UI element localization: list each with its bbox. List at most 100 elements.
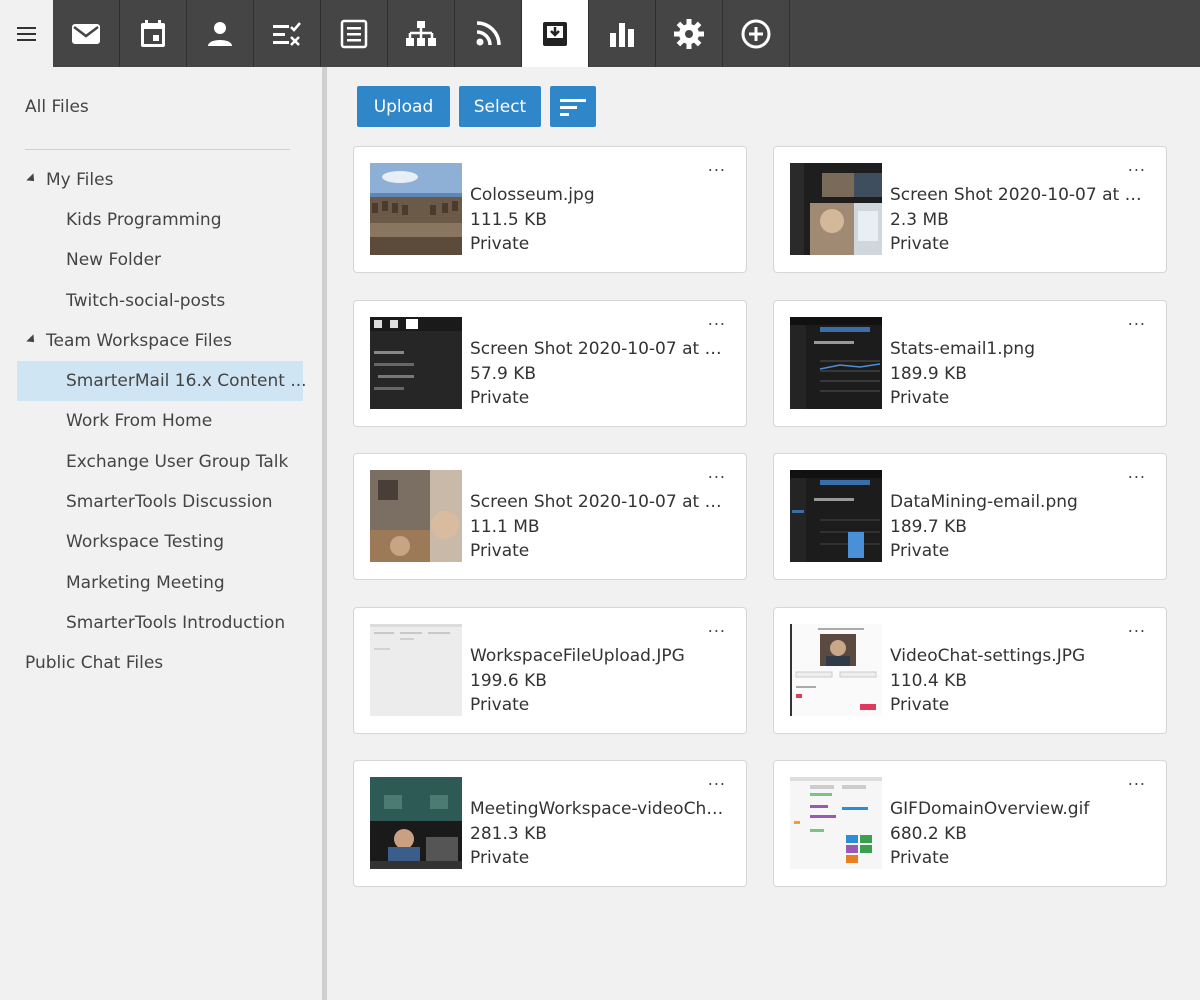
select-button[interactable]: Select: [459, 86, 541, 127]
file-size: 11.1 MB: [470, 517, 540, 537]
file-privacy: Private: [470, 695, 530, 715]
upload-button[interactable]: Upload: [357, 86, 450, 127]
file-thumbnail: [790, 777, 882, 869]
tree-item[interactable]: Kids Programming: [66, 200, 222, 240]
file-thumbnail: [370, 470, 462, 562]
file-name: WorkspaceFileUpload.JPG: [470, 646, 685, 666]
more-options-button[interactable]: ...: [1128, 312, 1146, 328]
file-size: 2.3 MB: [890, 210, 949, 230]
tree-team-workspace[interactable]: Team Workspace Files: [46, 321, 232, 361]
more-options-button[interactable]: ...: [1128, 772, 1146, 788]
sidebar-divider: [25, 149, 290, 150]
file-list-area: Upload Select Colosseum.jpg 111.5 KB Pri…: [327, 67, 1200, 1000]
file-size: 111.5 KB: [470, 210, 547, 230]
file-size: 189.9 KB: [890, 364, 967, 384]
file-thumbnail: [790, 163, 882, 255]
more-options-button[interactable]: ...: [708, 772, 726, 788]
more-options-button[interactable]: ...: [1128, 465, 1146, 481]
more-options-button[interactable]: ...: [708, 465, 726, 481]
file-privacy: Private: [890, 388, 950, 408]
file-thumbnail: [790, 624, 882, 716]
file-card[interactable]: WorkspaceFileUpload.JPG 199.6 KB Private…: [353, 607, 747, 734]
nav-file-storage[interactable]: [522, 0, 589, 67]
file-size: 680.2 KB: [890, 824, 967, 844]
tree-item[interactable]: SmarterTools Introduction: [66, 603, 285, 643]
nav-reports[interactable]: [589, 0, 656, 67]
tree-item[interactable]: Twitch-social-posts: [66, 281, 225, 321]
more-options-button[interactable]: ...: [1128, 619, 1146, 635]
sort-icon: [560, 98, 586, 116]
menu-toggle-button[interactable]: [0, 0, 53, 67]
app-nav: [53, 0, 790, 67]
add-icon: [741, 19, 771, 48]
more-options-button[interactable]: ...: [708, 158, 726, 174]
tree-my-files[interactable]: My Files: [46, 160, 113, 200]
file-card[interactable]: Screen Shot 2020-10-07 at 9.... 57.9 KB …: [353, 300, 747, 427]
nav-tasks[interactable]: [254, 0, 321, 67]
file-size: 110.4 KB: [890, 671, 967, 691]
rss-icon: [476, 20, 501, 45]
more-options-button[interactable]: ...: [708, 619, 726, 635]
file-thumbnail: [370, 317, 462, 409]
file-card[interactable]: VideoChat-settings.JPG 110.4 KB Private …: [773, 607, 1167, 734]
tree-item[interactable]: Marketing Meeting: [66, 563, 225, 603]
tree-item[interactable]: SmarterTools Discussion: [66, 482, 273, 522]
file-thumbnail: [790, 470, 882, 562]
tree-item-selected[interactable]: SmarterMail 16.x Content ...: [17, 361, 307, 401]
more-options-button[interactable]: ...: [1128, 158, 1146, 174]
file-name: Stats-email1.png: [890, 339, 1035, 359]
expand-caret-icon[interactable]: [26, 334, 38, 346]
file-privacy: Private: [890, 848, 950, 868]
file-privacy: Private: [890, 695, 950, 715]
file-card[interactable]: Stats-email1.png 189.9 KB Private ...: [773, 300, 1167, 427]
nav-add[interactable]: [723, 0, 790, 67]
file-privacy: Private: [890, 541, 950, 561]
tree-public-chat[interactable]: Public Chat Files: [25, 643, 163, 683]
org-chart-icon: [406, 20, 436, 46]
tasks-icon: [273, 21, 301, 46]
nav-rss[interactable]: [455, 0, 522, 67]
expand-caret-icon[interactable]: [26, 173, 38, 185]
tree-item[interactable]: Exchange User Group Talk: [66, 442, 288, 482]
file-size: 189.7 KB: [890, 517, 967, 537]
file-name: Colosseum.jpg: [470, 185, 595, 205]
nav-settings[interactable]: [656, 0, 723, 67]
file-card[interactable]: Colosseum.jpg 111.5 KB Private ...: [353, 146, 747, 273]
file-name: MeetingWorkspace-videoCha...: [470, 799, 725, 819]
nav-email[interactable]: [53, 0, 120, 67]
sort-button[interactable]: [550, 86, 596, 127]
folder-sidebar: All Files My Files Kids Programming New …: [0, 67, 322, 1000]
file-card[interactable]: MeetingWorkspace-videoCha... 281.3 KB Pr…: [353, 760, 747, 887]
file-name: VideoChat-settings.JPG: [890, 646, 1086, 666]
tree-item[interactable]: New Folder: [66, 240, 161, 280]
file-privacy: Private: [470, 234, 530, 254]
file-name: Screen Shot 2020-10-07 at 9....: [470, 339, 725, 359]
file-size: 57.9 KB: [470, 364, 537, 384]
file-name: Screen Shot 2020-10-07 at 8....: [470, 492, 725, 512]
file-thumbnail: [370, 777, 462, 869]
file-size: 281.3 KB: [470, 824, 547, 844]
file-privacy: Private: [470, 541, 530, 561]
nav-contacts[interactable]: [187, 0, 254, 67]
nav-calendar[interactable]: [120, 0, 187, 67]
nav-org-chart[interactable]: [388, 0, 455, 67]
tree-item[interactable]: Workspace Testing: [66, 522, 224, 562]
file-card[interactable]: Screen Shot 2020-10-07 at 8.... 11.1 MB …: [353, 453, 747, 580]
tree-item[interactable]: Work From Home: [66, 401, 212, 441]
file-card[interactable]: DataMining-email.png 189.7 KB Private ..…: [773, 453, 1167, 580]
file-card[interactable]: Screen Shot 2020-10-07 at 9.... 2.3 MB P…: [773, 146, 1167, 273]
reports-icon: [610, 22, 634, 47]
file-size: 199.6 KB: [470, 671, 547, 691]
file-privacy: Private: [470, 848, 530, 868]
file-card[interactable]: GIFDomainOverview.gif 680.2 KB Private .…: [773, 760, 1167, 887]
contact-icon: [208, 21, 232, 46]
nav-notes[interactable]: [321, 0, 388, 67]
file-thumbnail: [370, 163, 462, 255]
file-name: Screen Shot 2020-10-07 at 9....: [890, 185, 1145, 205]
settings-icon: [674, 18, 704, 49]
all-files-link[interactable]: All Files: [25, 97, 89, 117]
top-navigation-bar: [0, 0, 1200, 67]
file-privacy: Private: [890, 234, 950, 254]
more-options-button[interactable]: ...: [708, 312, 726, 328]
file-thumbnail: [790, 317, 882, 409]
